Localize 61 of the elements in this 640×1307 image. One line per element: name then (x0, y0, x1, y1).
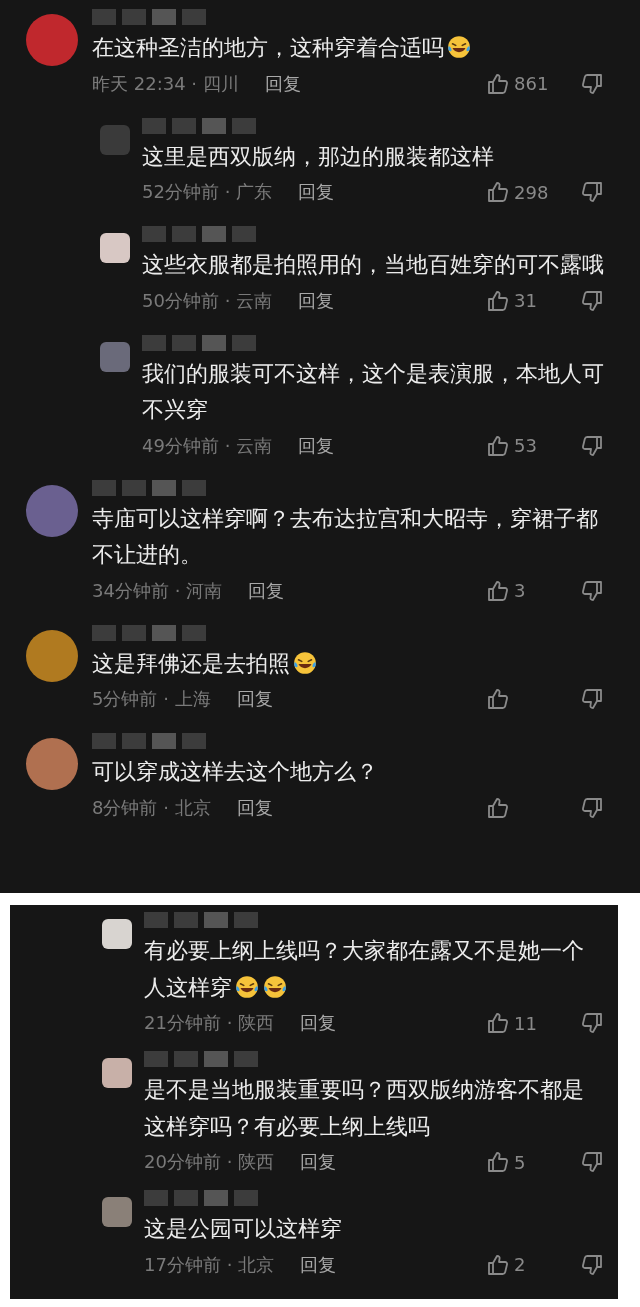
thumbs-up-icon (486, 578, 510, 603)
comment-text: 寺庙可以这样穿啊？去布达拉宫和大昭寺，穿裙子都不让进的。 (92, 504, 599, 569)
thumbs-down-icon[interactable] (580, 1011, 604, 1035)
comment-time: 49分钟前 · 云南 (142, 433, 273, 458)
avatar[interactable] (102, 1058, 132, 1088)
thumbs-down-icon[interactable] (580, 1150, 604, 1174)
like-button[interactable]: 2 (486, 1252, 556, 1277)
comment-time: 昨天 22:34 · 四川 (92, 71, 239, 96)
comment-text: 是不是当地服装重要吗？西双版纳游客不都是这样穿吗？有必要上纲上线吗 (144, 1075, 585, 1140)
thumbs-down-icon[interactable] (580, 1252, 604, 1277)
avatar[interactable] (100, 233, 130, 263)
like-button[interactable]: 298 (486, 180, 556, 204)
comment-time: 20分钟前 · 陕西 (144, 1150, 275, 1174)
reply-link[interactable]: 回复 (236, 687, 273, 711)
thumbs-up-icon (486, 687, 510, 711)
comment-time: 17分钟前 · 北京 (144, 1252, 275, 1277)
thumbs-up-icon (486, 180, 510, 204)
like-button[interactable]: 861 (486, 71, 556, 96)
reply-link[interactable]: 回复 (248, 578, 285, 603)
thumbs-up-icon (486, 288, 510, 313)
thumbs-down-icon[interactable] (580, 687, 604, 711)
thumbs-up-icon (486, 1011, 510, 1035)
thumbs-up-icon (486, 1252, 510, 1277)
comment-text: 这是公园可以这样穿 (144, 1214, 343, 1243)
thumbs-up-icon (486, 1150, 510, 1174)
avatar[interactable] (102, 919, 132, 949)
comment-time: 8分钟前 · 北京 (92, 795, 211, 820)
thumbs-down-icon[interactable] (580, 71, 604, 96)
reply-link[interactable]: 回复 (300, 1252, 337, 1277)
reply-link[interactable]: 回复 (300, 1150, 337, 1174)
reply-link[interactable]: 回复 (300, 1011, 337, 1035)
thumbs-up-icon (486, 433, 510, 458)
comment-text: 有必要上纲上线吗？大家都在露又不是她一个人这样穿 (144, 936, 585, 1002)
like-button[interactable]: 3 (486, 578, 556, 603)
comment-time: 21分钟前 · 陕西 (144, 1011, 275, 1035)
thumbs-up-icon (486, 795, 510, 820)
reply-link[interactable]: 回复 (236, 795, 273, 820)
reply-link[interactable]: 回复 (298, 288, 335, 313)
thumbs-down-icon[interactable] (580, 288, 604, 313)
reply-link[interactable]: 回复 (298, 433, 335, 458)
like-button[interactable]: 53 (486, 433, 556, 458)
comment-time: 50分钟前 · 云南 (142, 288, 273, 313)
thumbs-down-icon[interactable] (580, 180, 604, 204)
comment-text: 在这种圣洁的地方，这种穿着合适吗 (92, 28, 604, 65)
comment-text: 这是拜佛还是去拍照 (92, 643, 604, 680)
comment-time: 52分钟前 · 广东 (142, 180, 273, 204)
thumbs-down-icon[interactable] (580, 795, 604, 820)
like-button[interactable]: 11 (486, 1011, 556, 1035)
comment-text: 这些衣服都是拍照用的，当地百姓穿的可不露哦 (142, 250, 604, 279)
thumbs-up-icon (486, 71, 510, 96)
reply-link[interactable]: 回复 (264, 71, 301, 96)
thumbs-down-icon[interactable] (580, 578, 604, 603)
comment-text: 这里是西双版纳，那边的服装都这样 (142, 142, 495, 170)
comment-text: 可以穿成这样去这个地方么？ (92, 757, 379, 786)
thumbs-down-icon[interactable] (580, 433, 604, 458)
reply-link[interactable]: 回复 (298, 180, 335, 204)
comment-time: 34分钟前 · 河南 (92, 578, 223, 603)
like-button[interactable]: 5 (486, 1150, 556, 1174)
like-button[interactable]: 31 (486, 288, 556, 313)
comment-time: 5分钟前 · 上海 (92, 687, 211, 711)
comment-text: 我们的服装可不这样，这个是表演服，本地人可不兴穿 (142, 359, 604, 424)
